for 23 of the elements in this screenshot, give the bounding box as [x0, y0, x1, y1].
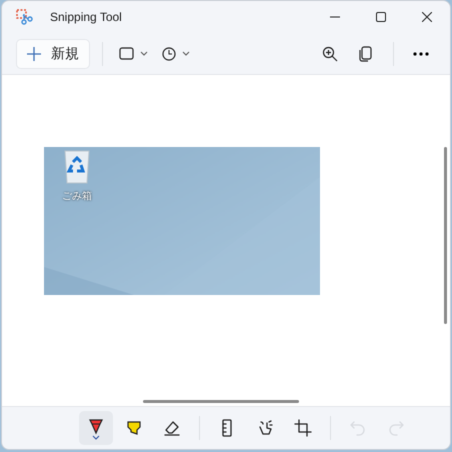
close-icon	[422, 12, 432, 22]
scrollbar[interactable]	[143, 400, 299, 403]
ruler-icon	[221, 419, 233, 437]
chevron-down-icon	[182, 51, 190, 56]
eraser-icon	[163, 419, 181, 437]
clock-icon	[162, 46, 176, 60]
plus-icon	[27, 46, 41, 60]
chevron-down-icon	[92, 434, 100, 440]
desktop-icon-label: ごみ箱	[62, 190, 92, 202]
window-title: Snipping Tool	[50, 10, 123, 24]
chevron-down-icon	[140, 51, 148, 56]
highlighter-icon	[126, 419, 142, 437]
undo-icon	[349, 419, 367, 437]
scissors-app-icon	[16, 9, 34, 25]
pen-icon	[88, 416, 104, 434]
pen-tool-button[interactable]	[79, 411, 113, 445]
scrollbar[interactable]	[444, 147, 447, 324]
recycle-bin-icon[interactable]	[63, 148, 91, 184]
crop-icon	[294, 419, 312, 437]
new-button[interactable]: 新規	[16, 38, 90, 68]
redo-icon	[387, 419, 405, 437]
rectangle-icon	[119, 47, 134, 60]
maximize-icon	[376, 12, 386, 22]
